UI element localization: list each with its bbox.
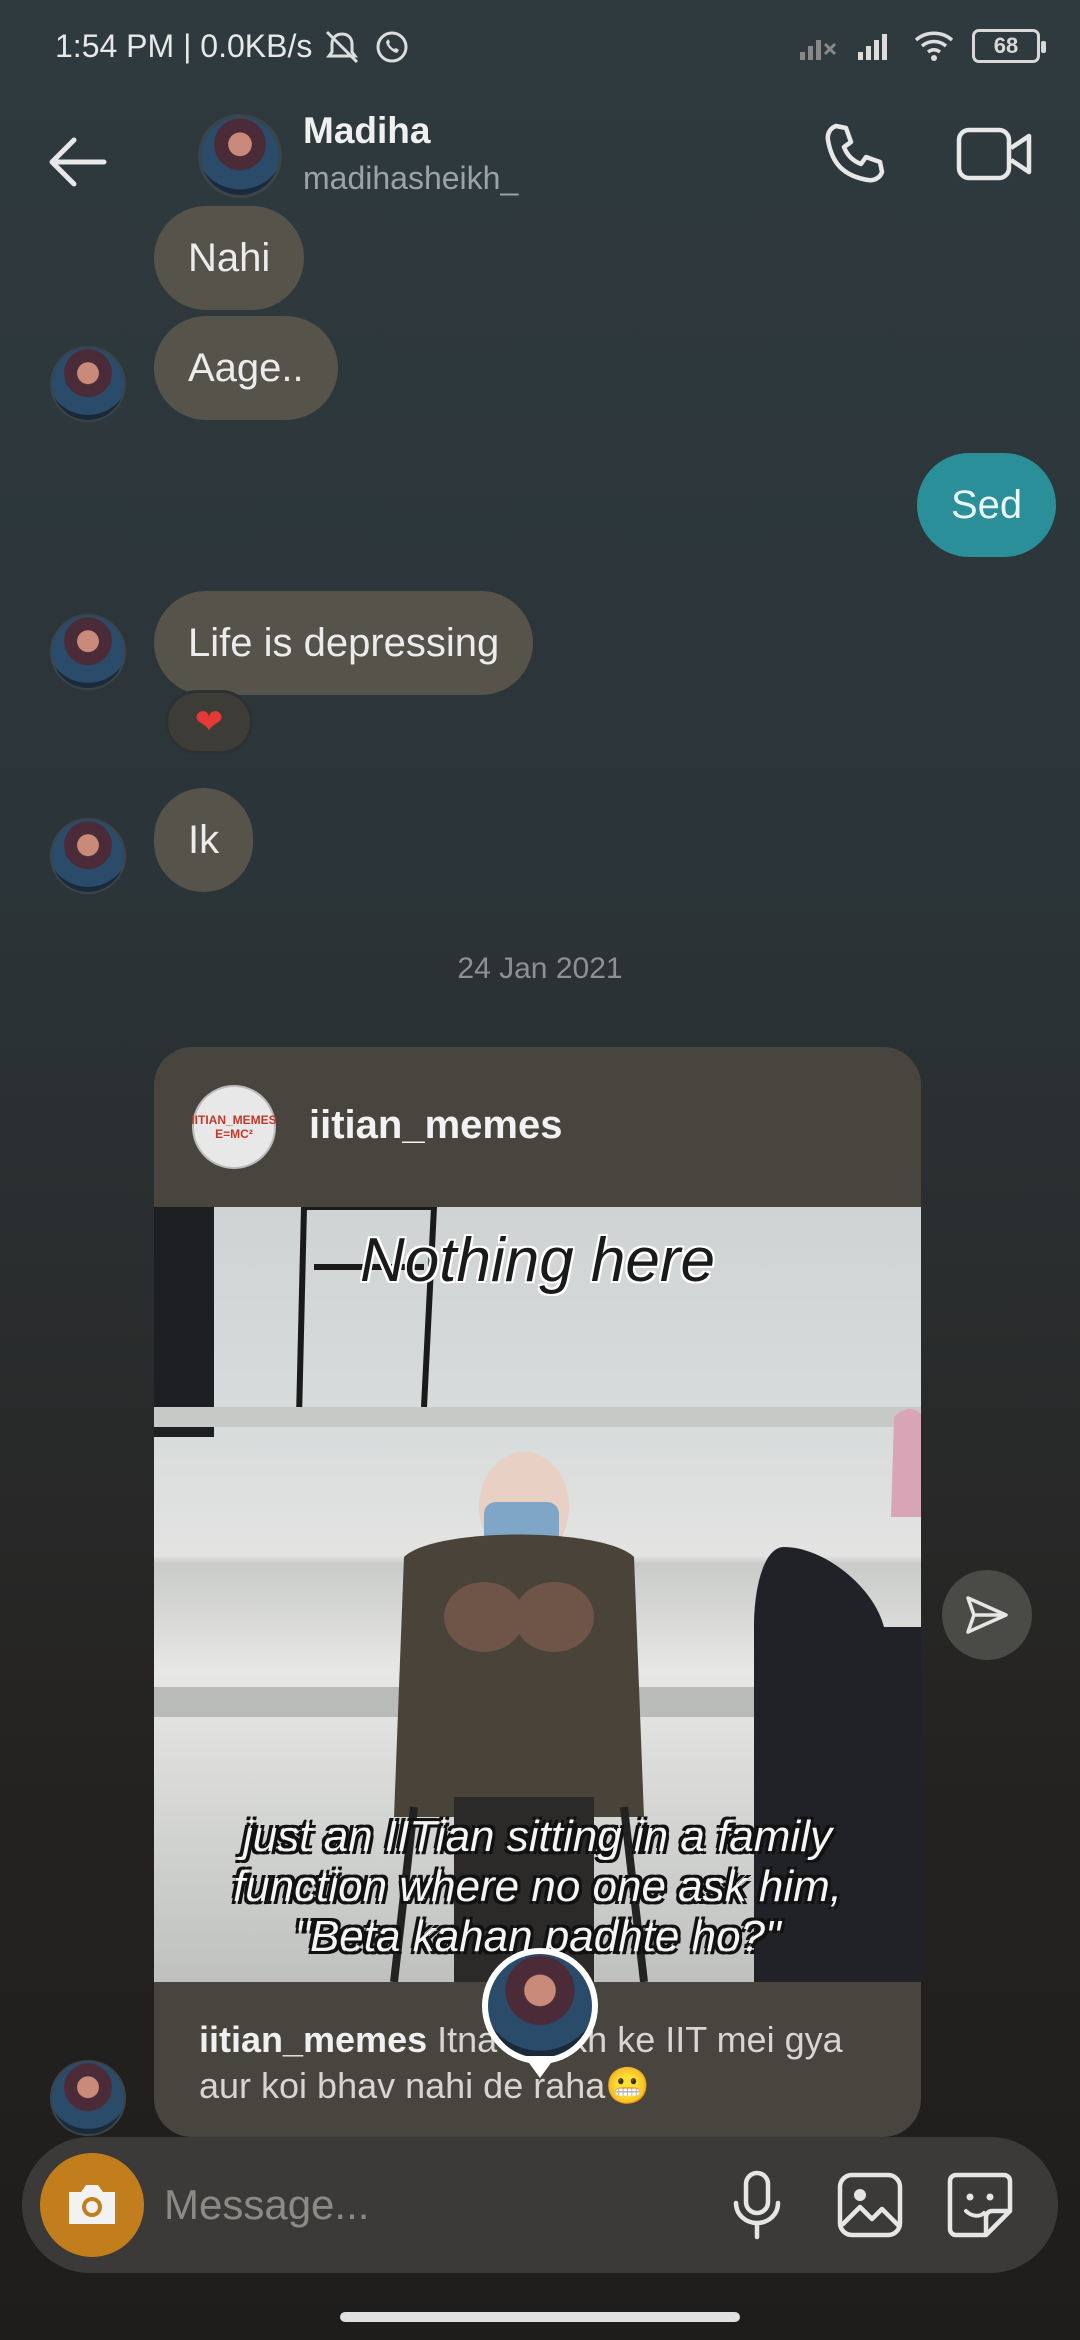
reply-avatar-image	[488, 1954, 592, 2058]
video-call-icon[interactable]	[955, 118, 1035, 190]
message-text: Aage..	[188, 346, 304, 390]
home-indicator[interactable]	[340, 2312, 740, 2322]
sender-avatar[interactable]	[50, 2060, 126, 2136]
microphone-icon[interactable]	[722, 2167, 792, 2243]
heart-icon: ❤	[194, 703, 224, 741]
gallery-icon[interactable]	[832, 2167, 908, 2243]
message-input[interactable]	[164, 2173, 584, 2237]
contact-avatar[interactable]	[198, 114, 282, 198]
reply-marker-pointer	[524, 2056, 556, 2078]
reply-avatar-marker[interactable]	[482, 1948, 598, 2064]
message-composer	[22, 2137, 1058, 2273]
sender-avatar[interactable]	[50, 346, 126, 422]
message-incoming[interactable]: Nahi	[154, 206, 305, 310]
battery-level: 68	[993, 33, 1019, 58]
status-right: 68	[798, 28, 1046, 64]
message-text: Ik	[188, 818, 220, 862]
message-incoming[interactable]: Aage..	[154, 316, 338, 420]
status-bar: 1:54 PM | 0.0KB/s 68	[0, 0, 1080, 96]
sender-avatar[interactable]	[50, 818, 126, 894]
whatsapp-icon	[376, 31, 408, 62]
post-image[interactable]: Nothing here just an IITian sitting in a…	[154, 1207, 921, 1982]
camera-button[interactable]	[40, 2153, 144, 2257]
contact-name[interactable]: Madiha	[303, 110, 430, 152]
phone-call-icon[interactable]	[818, 118, 890, 190]
sender-avatar[interactable]	[50, 614, 126, 690]
heart-reaction[interactable]: ❤	[165, 690, 253, 754]
chat-header: Madiha madihasheikh_	[0, 96, 1080, 226]
share-button[interactable]	[942, 1570, 1032, 1660]
message-incoming[interactable]: Ik	[154, 788, 254, 892]
back-arrow-icon[interactable]	[40, 124, 116, 200]
battery-indicator: 68	[972, 29, 1046, 63]
camera-icon	[69, 2185, 115, 2224]
message-text: Nahi	[188, 236, 271, 280]
send-icon	[966, 1596, 1008, 1634]
caption-username[interactable]: iitian_memes	[199, 2019, 427, 2060]
date-separator: 24 Jan 2021	[457, 952, 623, 985]
meme-top-text: Nothing here	[359, 1226, 716, 1295]
status-left: 1:54 PM | 0.0KB/s	[55, 28, 412, 65]
sticker-icon[interactable]	[942, 2167, 1018, 2243]
post-author-name[interactable]: iitian_memes	[309, 1103, 562, 1148]
message-text: Sed	[951, 483, 1023, 527]
post-logo-text: IITIAN_MEMES E=MC²	[191, 1113, 277, 1141]
signal-icon	[858, 34, 887, 60]
status-time-speed: 1:54 PM | 0.0KB/s	[55, 28, 313, 64]
contact-handle[interactable]: madihasheikh_	[303, 160, 518, 197]
bell-off-icon	[326, 30, 359, 63]
message-text: Life is depressing	[188, 621, 500, 665]
message-outgoing[interactable]: Sed	[917, 453, 1057, 557]
meme-bottom-text: just an IITian sitting in a family funct…	[232, 1812, 843, 1961]
post-author-avatar[interactable]: IITIAN_MEMES E=MC²	[191, 1085, 277, 1169]
message-incoming[interactable]: Life is depressing	[154, 591, 534, 695]
signal-x-icon	[800, 40, 837, 60]
wifi-icon	[914, 31, 954, 61]
